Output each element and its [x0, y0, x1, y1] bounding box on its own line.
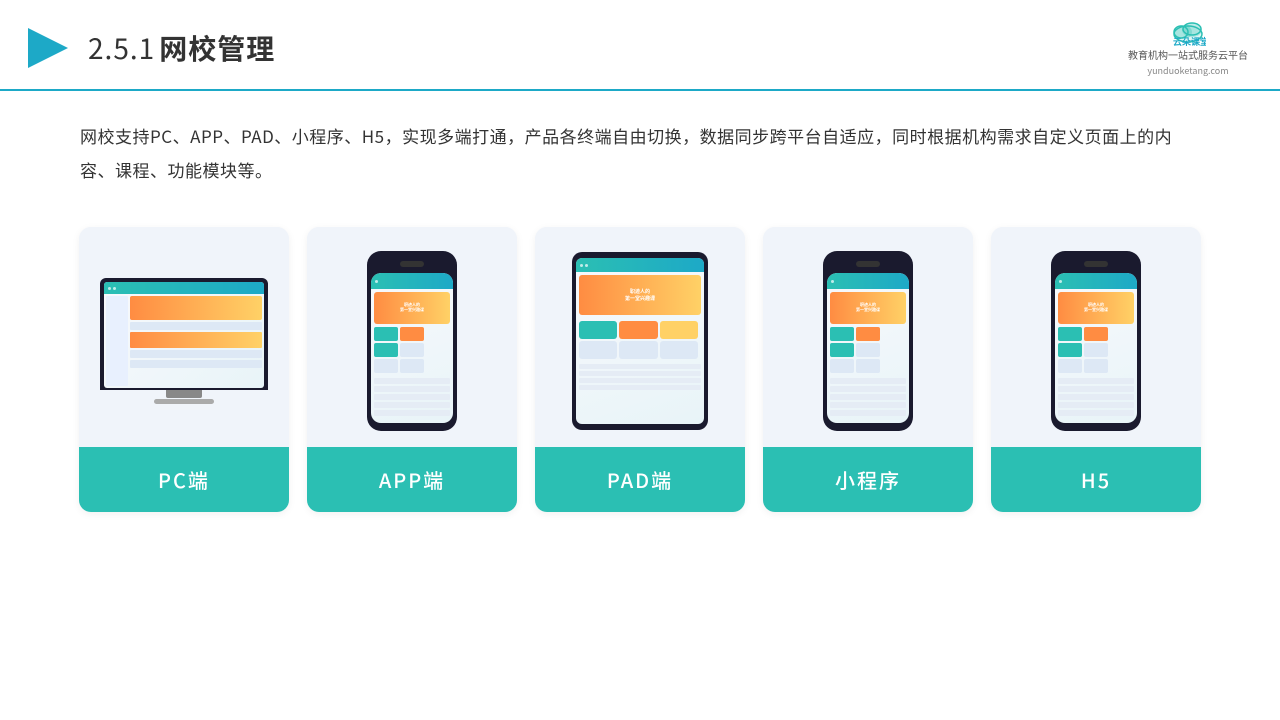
page-title: 2.5.1网校管理	[88, 28, 275, 68]
logo-tagline: 教育机构一站式服务云平台	[1128, 48, 1248, 62]
h5-phone-mockup: 职迹人的第一堂兴趣课	[1051, 251, 1141, 431]
logo-url: yunduoketang.com	[1147, 64, 1228, 77]
app-image-area: 职迹人的第一堂兴趣课	[307, 227, 517, 447]
pc-label: PC端	[79, 447, 289, 512]
pc-monitor-mockup	[100, 278, 268, 404]
cloud-icon: 云朵课堂	[1170, 18, 1206, 46]
app-phone-mockup: 职迹人的第一堂兴趣课	[367, 251, 457, 431]
miniapp-label: 小程序	[763, 447, 973, 512]
h5-label: H5	[991, 447, 1201, 512]
play-icon	[24, 24, 72, 72]
header-left: 2.5.1网校管理	[24, 24, 275, 72]
pad-label: PAD端	[535, 447, 745, 512]
cards-container: PC端 职迹人的第一堂兴趣课	[0, 207, 1280, 532]
pad-mockup: 职迹人的第一堂兴趣课	[572, 252, 708, 430]
logo-cloud: 云朵课堂	[1170, 18, 1206, 46]
card-app: 职迹人的第一堂兴趣课	[307, 227, 517, 512]
description-text: 网校支持PC、APP、PAD、小程序、H5，实现多端打通，产品各终端自由切换，数…	[0, 91, 1280, 207]
card-miniapp: 职迹人的第一堂兴趣课	[763, 227, 973, 512]
card-pad: 职迹人的第一堂兴趣课	[535, 227, 745, 512]
svg-text:云朵课堂: 云朵课堂	[1173, 36, 1206, 46]
miniapp-image-area: 职迹人的第一堂兴趣课	[763, 227, 973, 447]
logo-area: 云朵课堂 教育机构一站式服务云平台 yunduoketang.com	[1128, 18, 1248, 77]
card-h5: 职迹人的第一堂兴趣课	[991, 227, 1201, 512]
pad-image-area: 职迹人的第一堂兴趣课	[535, 227, 745, 447]
page-header: 2.5.1网校管理 云朵课堂 教育机构一站式服务云平台 yunduoketang…	[0, 0, 1280, 91]
pc-image-area	[79, 227, 289, 447]
h5-image-area: 职迹人的第一堂兴趣课	[991, 227, 1201, 447]
app-label: APP端	[307, 447, 517, 512]
card-pc: PC端	[79, 227, 289, 512]
miniapp-phone-mockup: 职迹人的第一堂兴趣课	[823, 251, 913, 431]
